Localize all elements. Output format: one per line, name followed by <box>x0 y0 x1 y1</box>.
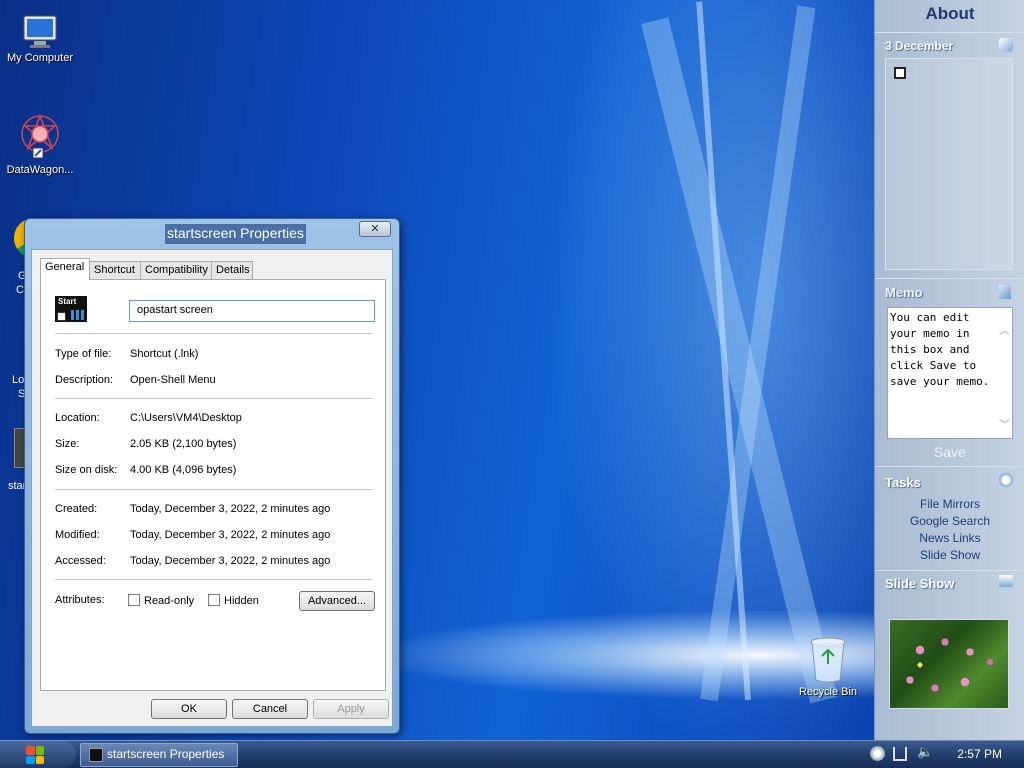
desktop-icon-label: Recycle Bin <box>798 686 858 698</box>
properties-dialog: startscreen Properties ✕ General Shortcu… <box>24 218 400 734</box>
separator <box>875 32 1024 33</box>
hidden-checkbox[interactable] <box>208 594 220 606</box>
size-on-disk-label: Size on disk: <box>55 464 118 476</box>
type-label: Type of file: <box>55 348 112 360</box>
clock[interactable]: 2:57 PM <box>957 747 1002 761</box>
separator <box>875 278 1024 279</box>
partial-label: Lo <box>12 374 25 386</box>
scroll-up-icon[interactable]: ︿ <box>999 322 1010 338</box>
created-value: Today, December 3, 2022, 2 minutes ago <box>130 503 331 515</box>
separator <box>55 333 373 334</box>
taskbar-item-label: startscreen Properties <box>107 747 225 761</box>
desktop-icon-label: My Computer <box>6 52 74 64</box>
task-google-search[interactable]: Google Search <box>875 514 1024 528</box>
dialog-titlebar[interactable]: startscreen Properties ✕ <box>25 219 399 249</box>
size-label: Size: <box>55 438 80 450</box>
memo-text: You can edit your memo in this box and c… <box>890 311 990 388</box>
windows-logo-icon <box>26 746 44 764</box>
monitor-icon <box>20 14 60 50</box>
location-label: Location: <box>55 412 100 424</box>
tasks-icon[interactable] <box>999 473 1013 487</box>
memo-title: Memo <box>885 285 923 300</box>
description-value: Open-Shell Menu <box>130 374 216 386</box>
tab-compatibility[interactable]: Compatibility <box>140 261 212 279</box>
readonly-label[interactable]: Read-only <box>144 595 194 607</box>
sidebar: About 3 December Memo You can edit your … <box>874 0 1024 740</box>
tasks-title: Tasks <box>885 475 921 490</box>
readonly-checkbox[interactable] <box>128 594 140 606</box>
modified-label: Modified: <box>55 529 100 541</box>
tab-general[interactable]: General <box>40 258 90 280</box>
slideshow-title: Slide Show <box>885 576 955 591</box>
datawagon-icon <box>17 112 63 162</box>
separator <box>55 579 373 580</box>
tab-details[interactable]: Details <box>211 261 253 279</box>
memo-save-button[interactable]: Save <box>875 444 1024 460</box>
accessed-value: Today, December 3, 2022, 2 minutes ago <box>130 555 331 567</box>
cancel-button[interactable]: Cancel <box>232 699 308 719</box>
ok-button[interactable]: OK <box>151 699 227 719</box>
close-button[interactable]: ✕ <box>359 221 391 237</box>
desktop-icon-label: DataWagon... <box>6 164 74 176</box>
separator <box>55 489 373 490</box>
file-icon-label: Start <box>58 297 77 306</box>
calendar-title: 3 December <box>885 39 954 53</box>
tab-shortcut[interactable]: Shortcut <box>89 261 141 279</box>
gadget-settings-icon[interactable] <box>999 38 1013 52</box>
network-icon[interactable] <box>893 747 907 761</box>
taskbar-item-startscreen[interactable]: startscreen Properties <box>80 743 238 767</box>
sidebar-header[interactable]: About <box>875 4 1024 24</box>
dialog-title: startscreen Properties <box>165 224 306 244</box>
recycle-bin-icon <box>808 636 848 684</box>
shortcut-icon <box>89 748 103 762</box>
apply-button[interactable]: Apply <box>313 699 389 719</box>
size-on-disk-value: 4.00 KB (4,096 bytes) <box>130 464 237 476</box>
slideshow-image[interactable] <box>889 619 1009 709</box>
advanced-button[interactable]: Advanced... <box>299 591 375 611</box>
slideshow-icon[interactable] <box>999 575 1013 587</box>
tray-icon[interactable] <box>870 746 885 761</box>
size-value: 2.05 KB (2,100 bytes) <box>130 438 237 450</box>
desktop-icon-datawagon[interactable]: DataWagon... <box>0 112 80 176</box>
memo-icon[interactable] <box>999 285 1011 299</box>
scroll-down-icon[interactable]: ﹀ <box>999 416 1010 432</box>
file-icon: Start <box>55 296 87 322</box>
taskbar: startscreen Properties 🔈 2:57 PM <box>0 740 1024 768</box>
hidden-label[interactable]: Hidden <box>224 595 259 607</box>
attributes-label: Attributes: <box>55 594 105 606</box>
name-input[interactable]: opastart screen <box>129 300 375 322</box>
calendar-icon[interactable] <box>894 67 906 79</box>
location-value: C:\Users\VM4\Desktop <box>130 412 242 424</box>
separator <box>55 398 373 399</box>
dialog-body: General Shortcut Compatibility Details S… <box>31 249 393 727</box>
calendar-gadget <box>885 58 1013 270</box>
volume-icon[interactable]: 🔈 <box>917 745 933 760</box>
created-label: Created: <box>55 503 98 515</box>
desktop-icon-my-computer[interactable]: My Computer <box>0 14 80 64</box>
memo-textarea[interactable]: You can edit your memo in this box and c… <box>887 307 1013 439</box>
general-panel: Start opastart screen Type of file: Shor… <box>40 279 386 691</box>
modified-value: Today, December 3, 2022, 2 minutes ago <box>130 529 331 541</box>
desktop-icon-recycle-bin[interactable]: Recycle Bin <box>788 636 868 698</box>
task-slide-show[interactable]: Slide Show <box>875 548 1024 562</box>
separator <box>875 466 1024 467</box>
start-button[interactable] <box>0 741 76 768</box>
accessed-label: Accessed: <box>55 555 106 567</box>
task-news-links[interactable]: News Links <box>875 531 1024 545</box>
type-value: Shortcut (.lnk) <box>130 348 199 360</box>
separator <box>875 570 1024 571</box>
task-file-mirrors[interactable]: File Mirrors <box>875 497 1024 511</box>
description-label: Description: <box>55 374 114 386</box>
